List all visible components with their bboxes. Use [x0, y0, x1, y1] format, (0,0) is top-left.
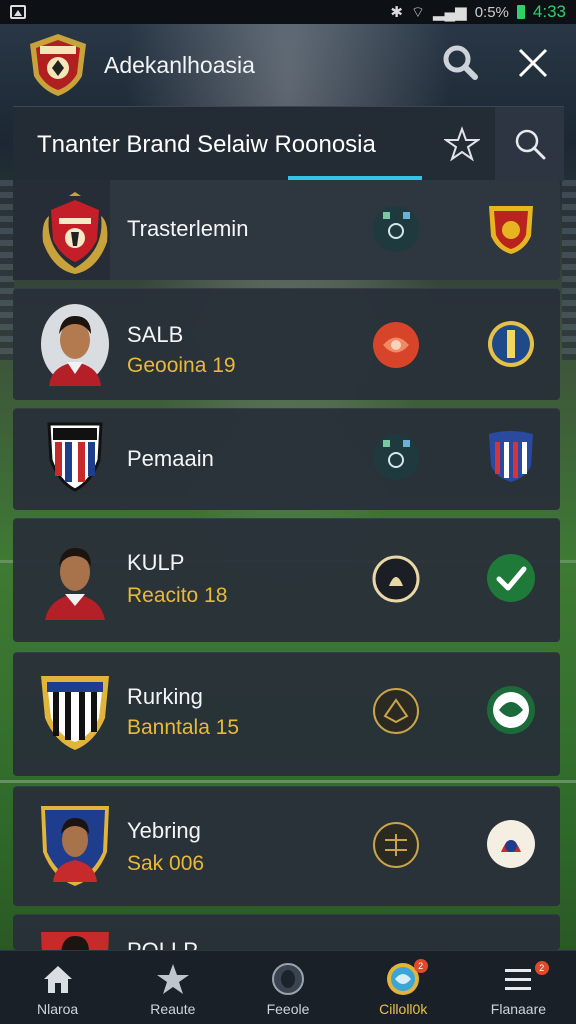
row-name: SALB [127, 322, 184, 347]
stats-badge-icon [373, 434, 419, 480]
search-panel: Tnanter Brand Selaiw Roonosia [13, 106, 564, 181]
status-bar: ✱ ⌔ ▂▄▆ 0:5% 4:33 [0, 0, 576, 24]
league-badge-icon [373, 322, 419, 368]
app-title: Adekanlhoasia [104, 52, 255, 78]
app-header: Adekanlhoasia [0, 28, 576, 104]
pitch-line [0, 780, 576, 783]
row-name: Yebring [127, 818, 201, 843]
row-subtitle: Sak 006 [127, 852, 205, 875]
nav-home[interactable]: Nlaroa [0, 951, 115, 1024]
nav-club[interactable]: 2 Cilloll0k [346, 951, 461, 1024]
player-crest-avatar [41, 806, 109, 886]
row-subtitle: Reacito 18 [127, 584, 228, 607]
list-item[interactable]: Pemaain [13, 408, 560, 510]
search-icon [515, 129, 545, 160]
signal-icon: ▂▄▆ [433, 4, 467, 21]
nav-menu[interactable]: 2 Flanaare [461, 951, 576, 1024]
row-name: POLLP [127, 938, 198, 950]
favorite-button[interactable] [431, 107, 493, 181]
club-crest-icon [488, 321, 534, 367]
close-icon[interactable] [516, 46, 550, 80]
club-crest-icon [489, 206, 533, 254]
row-name: KULP [127, 550, 185, 575]
row-name: Trasterlemin [127, 216, 249, 241]
nav-label: Nlaroa [36, 1001, 79, 1017]
row-name: Pemaain [127, 446, 214, 471]
nav-label: Cilloll0k [379, 1001, 428, 1017]
bottom-nav: Nlaroa Reaute Feeole 2 Cilloll0k 2 Flana… [0, 950, 576, 1024]
stadium-crowd [562, 180, 576, 360]
home-icon [43, 966, 72, 993]
list-item[interactable]: Yebring Sak 006 [13, 786, 560, 906]
row-subtitle: Geooina 19 [127, 354, 236, 377]
club-crest-icon [42, 192, 108, 274]
circle-icon [272, 963, 304, 995]
club-crest-icon [487, 686, 535, 734]
panel-search-button[interactable] [495, 107, 564, 181]
check-icon[interactable] [485, 552, 537, 606]
stadium-crowd [0, 180, 14, 360]
player-avatar [45, 548, 105, 620]
star-icon [156, 964, 189, 994]
nav-label: Flanaare [490, 1001, 547, 1017]
gallery-icon [10, 5, 26, 19]
nav-label: Feeole [266, 1001, 310, 1017]
wifi-icon: ⌔ [410, 3, 425, 21]
player-crest-avatar [41, 932, 109, 950]
list-item[interactable]: Rurking Banntala 15 [13, 652, 560, 776]
club-crest-icon [487, 820, 535, 868]
status-time: 4:33 [532, 2, 566, 21]
battery-icon [516, 5, 525, 19]
notification-badge: 2 [413, 959, 428, 973]
nav-label: Reaute [150, 1001, 196, 1017]
player-avatar [41, 304, 109, 386]
club-crest-icon [47, 422, 103, 492]
bluetooth-icon: ✱ [390, 4, 403, 21]
menu-icon [505, 969, 532, 990]
list-item[interactable]: KULP Reacito 18 [13, 518, 560, 642]
row-name: Rurking [127, 684, 203, 709]
coin-icon [372, 555, 420, 603]
list-item[interactable]: Trasterlemin [13, 180, 560, 280]
list-item[interactable]: POLLP [13, 914, 560, 950]
star-icon [444, 126, 480, 162]
search-icon[interactable] [442, 44, 478, 80]
panel-title[interactable]: Tnanter Brand Selaiw Roonosia [37, 131, 376, 159]
club-crest-logo [30, 34, 86, 96]
club-crest-icon [489, 431, 533, 482]
nav-route[interactable]: Reaute [115, 951, 230, 1024]
list-item[interactable]: SALB Geooina 19 [13, 288, 560, 400]
stats-badge-icon [373, 206, 419, 252]
club-crest-icon [41, 676, 109, 750]
emblem-icon [373, 688, 419, 734]
notification-badge: 2 [534, 961, 549, 975]
emblem-icon [373, 822, 419, 868]
nav-people[interactable]: Feeole [230, 951, 345, 1024]
status-percent: 0:5% [474, 3, 509, 21]
row-subtitle: Banntala 15 [127, 716, 240, 739]
